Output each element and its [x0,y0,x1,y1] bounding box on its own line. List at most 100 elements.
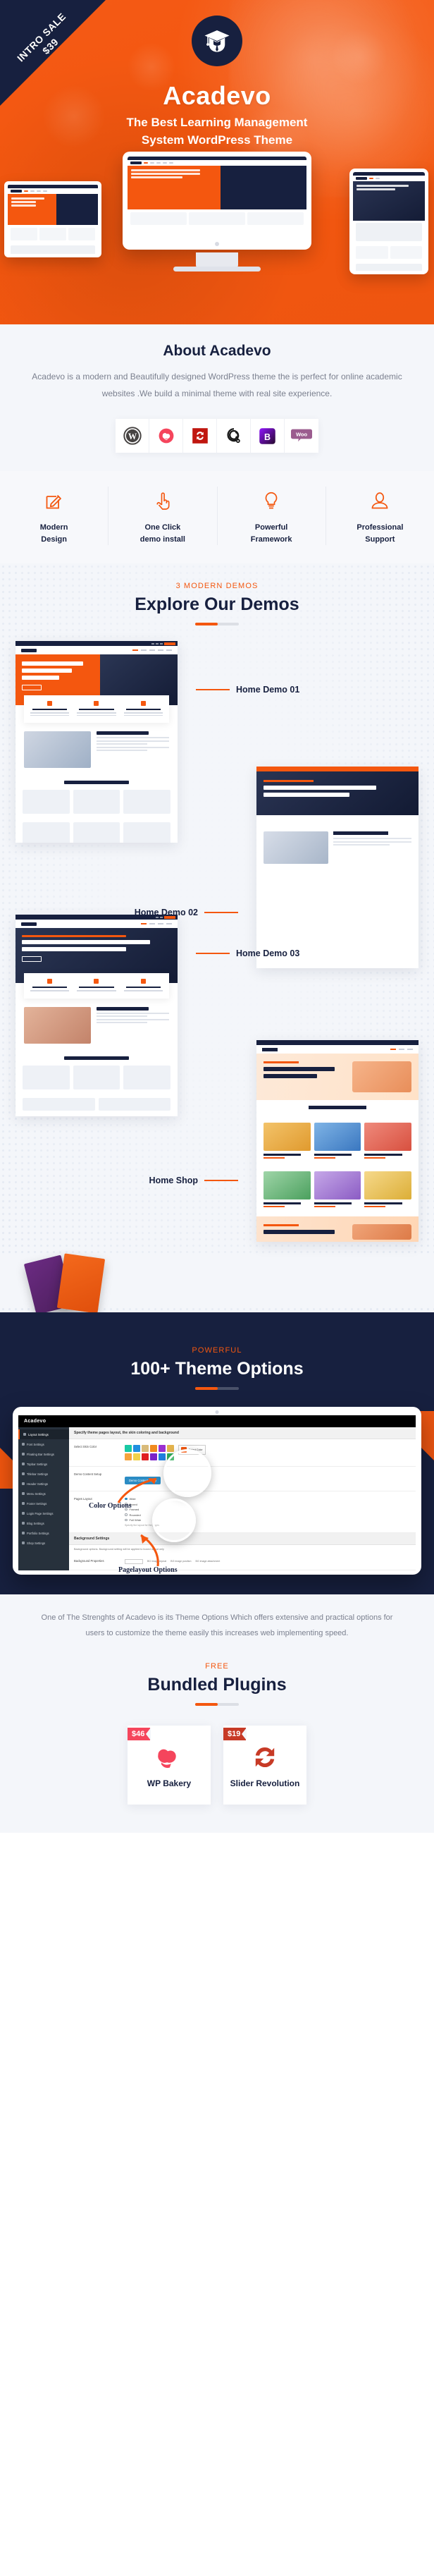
lightbulb-icon [221,487,323,515]
swatch[interactable] [133,1453,140,1460]
swatch[interactable] [125,1453,132,1460]
plugins-title: Bundled Plugins [147,1674,287,1695]
swatch[interactable] [159,1445,166,1452]
svg-text:B: B [264,432,271,442]
feature-label-line-1: Professional [356,523,404,532]
feature-modern-design: Modern Design [0,487,109,545]
swatch[interactable] [142,1453,149,1460]
demo-label-01: Home Demo 01 [196,685,299,695]
tech-cell-tutor-lms [217,419,251,453]
plugins-grid: $46 WP Bakery $19 Slider Revolution [0,1706,434,1805]
sidebar-item-topbar-settings[interactable]: Topbar Settings [18,1459,69,1469]
plugin-card-slider-revolution[interactable]: $19 Slider Revolution [223,1725,306,1805]
demo-label-line [204,911,238,914]
sidebar-item-login-page-settings[interactable]: Login Page Settings [18,1508,69,1518]
admin-topbar: Acadevo [18,1415,416,1427]
feature-label-line-2: demo install [140,535,185,544]
sidebar-item-floating-bar-settings[interactable]: Floating Bar Settings [18,1449,69,1459]
demo-label-text: Home Demo 03 [236,948,300,958]
swatch[interactable] [150,1445,157,1452]
feature-label-line-2: Design [41,535,67,544]
swatch[interactable] [142,1445,149,1452]
bg-field-position[interactable]: BG image position [170,1560,191,1563]
admin-bg-section-hint: Background options. Background setting w… [74,1547,164,1551]
radio-wide[interactable]: Wide [125,1497,411,1501]
bundled-plugins-section: FREE Bundled Plugins $46 WP Bakery $19 S… [0,1647,434,1833]
skin-color-swatches[interactable] [125,1445,174,1460]
font-icon [22,1443,25,1446]
swatch[interactable] [133,1445,140,1452]
book-orange [56,1253,106,1314]
sidebar-item-footer-settings[interactable]: Footer Settings [18,1498,69,1508]
demo-label-03: Home Demo 03 [196,948,299,958]
user-icon [329,487,431,515]
sidebar-item-titlebar-settings[interactable]: Titlebar Settings [18,1469,69,1479]
admin-sidebar[interactable]: Layout Settings Font Settings Floating B… [18,1427,69,1570]
tablet-mockup [349,169,428,274]
theme-options-description: One of The Strenghts of Acadevo is its T… [0,1594,434,1648]
annotation-arrow-color-options [117,1477,157,1503]
wordpress-icon: W [123,427,142,445]
swatch[interactable] [159,1453,166,1460]
swatch[interactable] [150,1453,157,1460]
feature-label-line-1: Modern [39,523,68,532]
desktop-base [173,267,261,271]
plugins-kicker: FREE [205,1661,229,1671]
feature-label-line-2: Framework [250,535,292,544]
pages-layout-radio-group[interactable]: Wide Boxed Framed Rounded Full Wide [125,1497,411,1522]
technology-logos-box: W B Woo [116,419,318,453]
tech-cell-woocommerce: Woo [285,419,318,453]
pencil-square-icon [3,487,105,515]
tech-cell-slider-revolution [183,419,217,453]
demo-label-line [196,688,230,691]
radio-rounded[interactable]: Rounded [125,1513,411,1517]
graduation-cap-icon [204,30,230,52]
swatch[interactable] [167,1445,174,1452]
plugin-name: Slider Revolution [230,1778,300,1788]
sidebar-item-layout-settings[interactable]: Layout Settings [18,1429,69,1439]
plugins-heading-block: FREE Bundled Plugins [0,1662,434,1706]
lock-icon [22,1512,25,1515]
sidebar-item-font-settings[interactable]: Font Settings [18,1439,69,1449]
demo-label-text: Home Demo 01 [236,685,300,695]
admin-tablet-frame: Acadevo Layout Settings Font Settings Fl… [13,1407,421,1575]
brand-logo [192,16,242,66]
admin-brand: Acadevo [24,1419,46,1424]
field-label-skin-color: Select Skin Color [74,1445,97,1448]
demo-label-line [196,952,230,955]
field-label-pages-layout: Pages Layout [74,1497,92,1501]
slider-revolution-icon [255,1747,275,1767]
sidebar-item-shop-settings[interactable]: Shop Settings [18,1538,69,1548]
woocommerce-icon: Woo [291,429,312,442]
sidebar-item-blog-settings[interactable]: Blog Settings [18,1518,69,1528]
sidebar-item-portfolio-settings[interactable]: Portfolio Settings [18,1528,69,1538]
demo-showcase: Home Demo 01 Home Demo 02 Home Demo 03 H… [0,625,434,1252]
select-color-button[interactable]: Select Color [178,1445,206,1455]
demos-title: Explore Our Demos [135,594,299,614]
feature-label-line-1: One Click [144,523,181,532]
wpbakery-icon [158,1749,176,1768]
swatch[interactable] [167,1453,174,1460]
demo-label-line [204,1179,238,1182]
radio-boxed[interactable]: Boxed [125,1503,411,1506]
plugin-price-badge: $19 [223,1727,247,1740]
field-label-background-properties: Background Properties [74,1558,104,1563]
plugin-card-wp-bakery[interactable]: $46 WP Bakery [128,1725,211,1805]
svg-text:W: W [128,432,137,441]
swatch[interactable] [125,1445,132,1452]
menu-icon [22,1492,25,1495]
hero-subtitle: The Best Learning Management System Word… [0,114,434,149]
about-paragraph: Acadevo is a modern and Beautifully desi… [32,372,402,398]
feature-powerful-framework: Powerful Framework [218,487,326,545]
sidebar-item-header-settings[interactable]: Header Settings [18,1479,69,1489]
pencil-icon [22,1522,25,1525]
radio-full-wide[interactable]: Full Wide [125,1518,411,1522]
sidebar-item-menu-settings[interactable]: Menu Settings [18,1489,69,1498]
hero-section: INTRO SALE $39 Acadevo The Best Learning… [0,0,434,324]
radio-framed[interactable]: Framed [125,1508,411,1511]
admin-body: Layout Settings Font Settings Floating B… [18,1427,416,1570]
demo-screenshot-shop[interactable] [256,1040,418,1242]
portfolio-icon [22,1532,25,1534]
bg-field-attachment[interactable]: BG image attachment [196,1560,221,1563]
layout-icon [23,1433,26,1436]
